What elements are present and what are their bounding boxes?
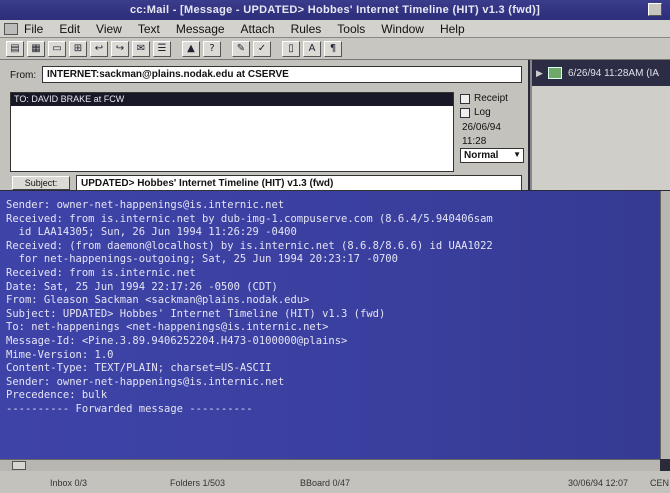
message-list-panel: ▶ 6/26/94 11:28AM (IA [530, 60, 670, 190]
menu-message[interactable]: Message [176, 22, 225, 36]
menu-text[interactable]: Text [138, 22, 160, 36]
toolbar: ▤ ▦ ▭ ⊞ ↩ ↪ ✉ ☰ ▲ ? ✎ ✓ ▯ A ¶ [0, 38, 670, 60]
menu-edit[interactable]: Edit [59, 22, 80, 36]
horizontal-scrollbar[interactable] [0, 459, 660, 471]
system-menu-icon[interactable] [4, 22, 18, 35]
message-time: 11:28 [462, 136, 487, 147]
delete-icon[interactable]: ▲ [182, 40, 200, 57]
message-list-item-label: 6/26/94 11:28AM (IA [568, 67, 659, 79]
menu-window[interactable]: Window [381, 22, 424, 36]
from-label: From: [10, 70, 37, 81]
menu-help[interactable]: Help [440, 22, 465, 36]
body-line: Received: from is.internic.net by dub-im… [6, 212, 493, 225]
spell-check-icon[interactable]: ✓ [253, 40, 271, 57]
format-icon[interactable]: ¶ [324, 40, 342, 57]
menu-file[interactable]: File [24, 22, 43, 36]
menu-rules[interactable]: Rules [291, 22, 322, 36]
chevron-down-icon[interactable]: ▼ [513, 150, 521, 159]
to-recipient[interactable]: TO: DAVID BRAKE at FCW [11, 93, 453, 106]
vertical-scrollbar[interactable] [660, 191, 670, 459]
maximize-button[interactable] [648, 3, 662, 16]
font-icon[interactable]: A [303, 40, 321, 57]
log-checkbox[interactable] [460, 107, 470, 118]
menu-bar: File Edit View Text Message Attach Rules… [0, 20, 670, 38]
body-line: for net-happenings-outgoing; Sat, 25 Jun… [6, 253, 398, 266]
body-line: Message-Id: <Pine.3.89.9406252204.H473-0… [6, 334, 348, 347]
to-field[interactable]: TO: DAVID BRAKE at FCW [10, 92, 454, 172]
menu-attach[interactable]: Attach [241, 22, 275, 36]
help-icon[interactable]: ? [203, 40, 221, 57]
menu-tools[interactable]: Tools [337, 22, 365, 36]
log-label: Log [474, 107, 491, 118]
clipboard-icon[interactable]: ▯ [282, 40, 300, 57]
status-bboard[interactable]: BBoard 0/47 [300, 478, 350, 488]
body-line: Received: (from daemon@localhost) by is.… [6, 239, 493, 252]
receipt-option[interactable]: Receipt [460, 93, 508, 104]
status-cap: CEN [650, 478, 670, 488]
body-line: To: net-happenings <net-happenings@is.in… [6, 321, 329, 334]
print-icon[interactable]: ▦ [27, 40, 45, 57]
message-icon [548, 67, 562, 79]
log-option[interactable]: Log [460, 107, 491, 118]
attach-icon[interactable]: ⊞ [69, 40, 87, 57]
body-line: Received: from is.internic.net [6, 266, 196, 279]
body-line: Sender: owner-net-happenings@is.internic… [6, 375, 285, 388]
message-body[interactable]: Sender: owner-net-happenings@is.internic… [0, 191, 660, 459]
message-date: 26/06/94 [462, 122, 501, 133]
body-line: Content-Type: TEXT/PLAIN; charset=US-ASC… [6, 362, 272, 375]
window-title: cc:Mail - [Message - UPDATED> Hobbes' In… [129, 4, 541, 16]
status-datetime: 30/06/94 12:07 [568, 478, 629, 488]
priority-select[interactable]: Normal ▼ [460, 148, 524, 163]
body-line: Date: Sat, 25 Jun 1994 22:17:26 -0500 (C… [6, 280, 278, 293]
envelope-icon[interactable]: ✉ [132, 40, 150, 57]
body-line: Sender: owner-net-happenings@is.internic… [6, 199, 285, 211]
scrollbar-thumb[interactable] [12, 461, 26, 470]
subject-field[interactable]: UPDATED> Hobbes' Internet Timeline (HIT)… [76, 175, 522, 191]
title-bar: cc:Mail - [Message - UPDATED> Hobbes' In… [0, 0, 670, 20]
status-inbox[interactable]: Inbox 0/3 [50, 478, 87, 488]
edit-icon[interactable]: ✎ [232, 40, 250, 57]
save-icon[interactable]: ▤ [6, 40, 24, 57]
subject-button[interactable]: Subject: [12, 176, 70, 190]
body-line: Mime-Version: 1.0 [6, 348, 114, 361]
forward-icon[interactable]: ↪ [111, 40, 129, 57]
body-line: ---------- Forwarded message ---------- [6, 402, 253, 415]
receipt-checkbox[interactable] [460, 93, 470, 104]
body-line: Subject: UPDATED> Hobbes' Internet Timel… [6, 307, 386, 320]
receipt-label: Receipt [474, 93, 508, 104]
body-line: id LAA14305; Sun, 26 Jun 1994 11:26:29 -… [6, 226, 297, 239]
address-book-icon[interactable]: ☰ [153, 40, 171, 57]
status-folders[interactable]: Folders 1/503 [170, 478, 225, 488]
priority-value: Normal [464, 150, 499, 161]
folder-icon[interactable]: ▭ [48, 40, 66, 57]
play-icon: ▶ [536, 68, 543, 78]
status-bar: Inbox 0/3 Folders 1/503 BBoard 0/47 30/0… [0, 471, 670, 493]
from-field[interactable]: INTERNET:sackman@plains.nodak.edu at CSE… [42, 66, 522, 83]
message-list-item[interactable]: ▶ 6/26/94 11:28AM (IA [532, 60, 670, 86]
body-line: From: Gleason Sackman <sackman@plains.no… [6, 294, 310, 307]
menu-view[interactable]: View [96, 22, 122, 36]
reply-icon[interactable]: ↩ [90, 40, 108, 57]
body-line: Precedence: bulk [6, 389, 108, 402]
